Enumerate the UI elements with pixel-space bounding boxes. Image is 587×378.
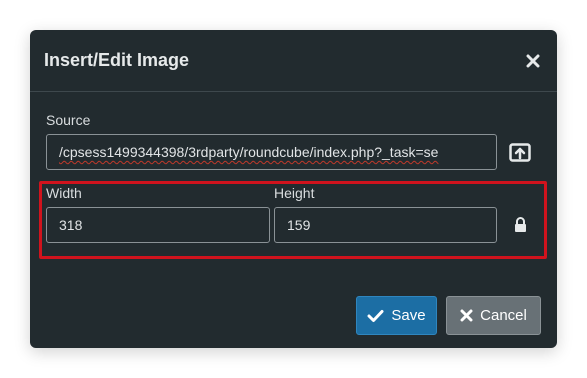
checkmark-icon bbox=[367, 309, 384, 322]
close-icon bbox=[526, 54, 540, 68]
cancel-label: Cancel bbox=[480, 307, 527, 324]
close-button[interactable] bbox=[522, 50, 544, 72]
lock-icon bbox=[514, 217, 526, 232]
dialog-header: Insert/Edit Image bbox=[30, 30, 557, 92]
source-label: Source bbox=[46, 112, 91, 128]
upload-button[interactable] bbox=[506, 140, 534, 166]
source-input[interactable]: /cpsess1499344398/3rdparty/roundcube/ind… bbox=[46, 134, 497, 170]
cancel-button[interactable]: Cancel bbox=[446, 296, 541, 335]
height-label: Height bbox=[274, 185, 315, 201]
upload-icon bbox=[509, 143, 531, 162]
save-button[interactable]: Save bbox=[356, 296, 437, 335]
height-input[interactable]: 159 bbox=[274, 207, 497, 243]
width-input[interactable]: 318 bbox=[46, 207, 270, 243]
width-label: Width bbox=[46, 185, 82, 201]
x-icon bbox=[460, 309, 473, 322]
dialog-title: Insert/Edit Image bbox=[44, 50, 190, 70]
insert-edit-image-dialog: Insert/Edit Image Source /cpsess14993443… bbox=[30, 30, 557, 348]
constrain-proportions-button[interactable] bbox=[510, 215, 530, 235]
save-label: Save bbox=[391, 307, 426, 324]
